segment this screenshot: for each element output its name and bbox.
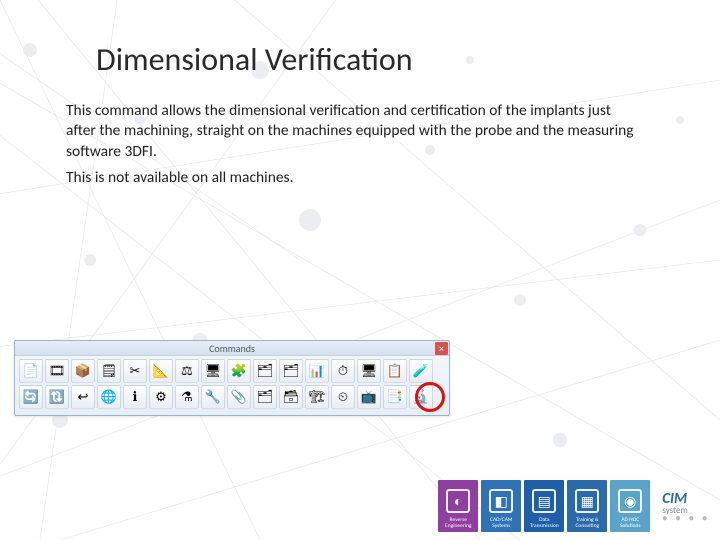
toolbar-row2-button-9[interactable]: 🗂 <box>253 385 277 409</box>
toolbar-row2-button-14[interactable]: 📑 <box>383 385 407 409</box>
toolbar-row2-button-11[interactable]: 🏗 <box>305 385 329 409</box>
footer-tile-3: ▦ Training & Consulting <box>567 480 607 532</box>
toolbar-row1-button-7[interactable]: 🖥 <box>201 359 225 383</box>
footer-tile-label: Training & Consulting <box>569 517 605 529</box>
toolbar-row1-button-3[interactable]: 🗒 <box>97 359 121 383</box>
toolbar-row1-button-15[interactable]: 🧪 <box>409 359 433 383</box>
toolbar-row1-button-1[interactable]: 🎞 <box>45 359 69 383</box>
toolbar-row2-button-8[interactable]: 📎 <box>227 385 251 409</box>
footer-tile-4: ◉ AD HOC Solutions <box>610 480 650 532</box>
toolbar-row1-button-10[interactable]: 🗂 <box>279 359 303 383</box>
toolbar-row1-button-12[interactable]: ⏱ <box>331 359 355 383</box>
toolbar-row1-button-11[interactable]: 📊 <box>305 359 329 383</box>
toolbar-row1-button-5[interactable]: 📐 <box>149 359 173 383</box>
toolbar-row2-button-5[interactable]: ⚙ <box>149 385 173 409</box>
toolbar-row1-button-14[interactable]: 📋 <box>383 359 407 383</box>
footer-tile-icon: ◧ <box>489 489 513 513</box>
brand-logo: CIM system • • • • <box>662 493 710 522</box>
toolbar-row2-button-1[interactable]: 🔃 <box>45 385 69 409</box>
footer-tile-1: ◧ CAD/CAM Systems <box>481 480 521 532</box>
footer-tile-2: ▤ Data Transmission <box>524 480 564 532</box>
toolbar-row2-button-7[interactable]: 🔧 <box>201 385 225 409</box>
toolbar-row2-button-13[interactable]: 📺 <box>357 385 381 409</box>
close-icon[interactable]: × <box>435 342 448 355</box>
footer-tile-icon: ◉ <box>618 489 642 513</box>
page-title: Dimensional Verification <box>96 40 660 79</box>
toolbar-row2-button-0[interactable]: 🔄 <box>19 385 43 409</box>
description-paragraph-2: This is not available on all machines. <box>66 168 640 188</box>
toolbar-row1-button-8[interactable]: 🧩 <box>227 359 251 383</box>
footer-tile-label: AD HOC Solutions <box>612 517 648 529</box>
description-paragraph-1: This command allows the dimensional veri… <box>66 101 640 162</box>
toolbar-row2-button-2[interactable]: ↩ <box>71 385 95 409</box>
toolbar-row2-button-10[interactable]: 🗃 <box>279 385 303 409</box>
toolbar-row1-button-13[interactable]: 🖥 <box>357 359 381 383</box>
toolbar-row2-button-12[interactable]: ⏲ <box>331 385 355 409</box>
toolbar-row1-button-6[interactable]: ⚖ <box>175 359 199 383</box>
toolbar-row2-button-3[interactable]: 🌐 <box>97 385 121 409</box>
footer-tile-icon: ◐ <box>446 489 470 513</box>
commands-toolbar: Commands × 📄🎞📦🗒✂📐⚖🖥🧩🗂🗂📊⏱🖥📋🧪 🔄🔃↩🌐ℹ⚙⚗🔧📎🗂🗃🏗… <box>14 340 450 416</box>
toolbar-row1-button-4[interactable]: ✂ <box>123 359 147 383</box>
footer-tile-icon: ▤ <box>532 489 556 513</box>
footer: ◐ Reverse Engineering ◧ CAD/CAM Systems ▤ Dat… <box>438 480 710 532</box>
toolbar-row2-button-6[interactable]: ⚗ <box>175 385 199 409</box>
toolbar-row2-button-4[interactable]: ℹ <box>123 385 147 409</box>
toolbar-row1-button-2[interactable]: 📦 <box>71 359 95 383</box>
footer-tile-label: CAD/CAM Systems <box>483 517 519 529</box>
toolbar-row1-button-0[interactable]: 📄 <box>19 359 43 383</box>
toolbar-row2-button-15[interactable]: 🔬 <box>409 385 433 409</box>
toolbar-row1-button-9[interactable]: 🗂 <box>253 359 277 383</box>
footer-tile-label: Reverse Engineering <box>440 517 476 529</box>
footer-tile-label: Data Transmission <box>526 517 562 529</box>
footer-tile-icon: ▦ <box>575 489 599 513</box>
toolbar-title: Commands <box>209 342 255 355</box>
footer-tile-0: ◐ Reverse Engineering <box>438 480 478 532</box>
